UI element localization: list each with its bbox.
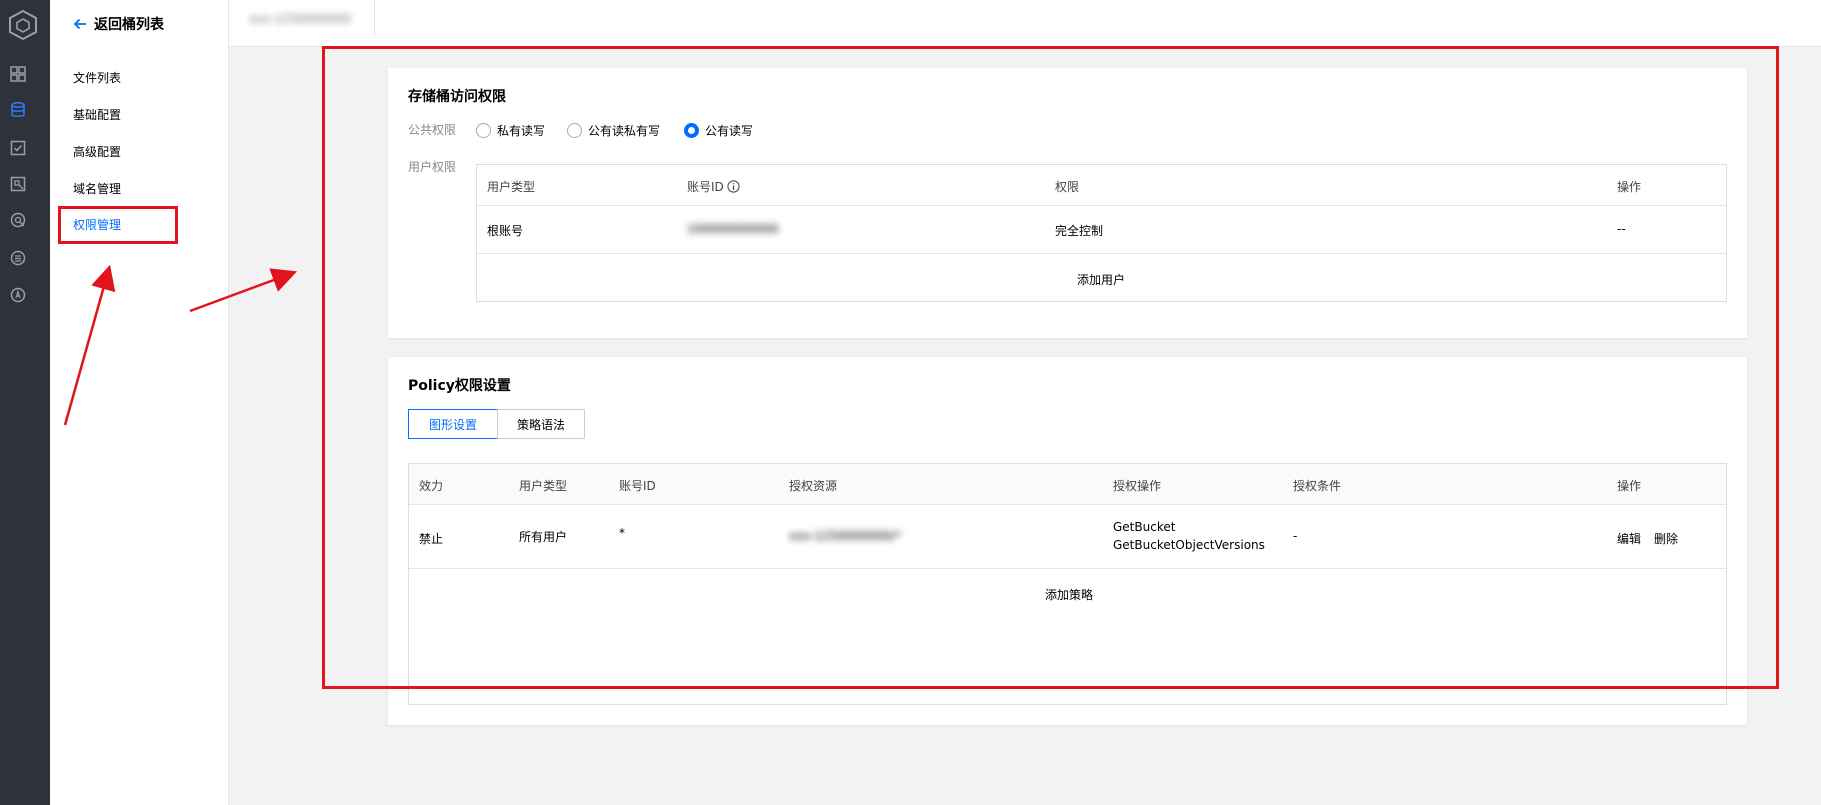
arrow-right-icon [189, 268, 298, 313]
annotation-arrows [63, 264, 298, 426]
arrow-up-icon [63, 264, 116, 426]
